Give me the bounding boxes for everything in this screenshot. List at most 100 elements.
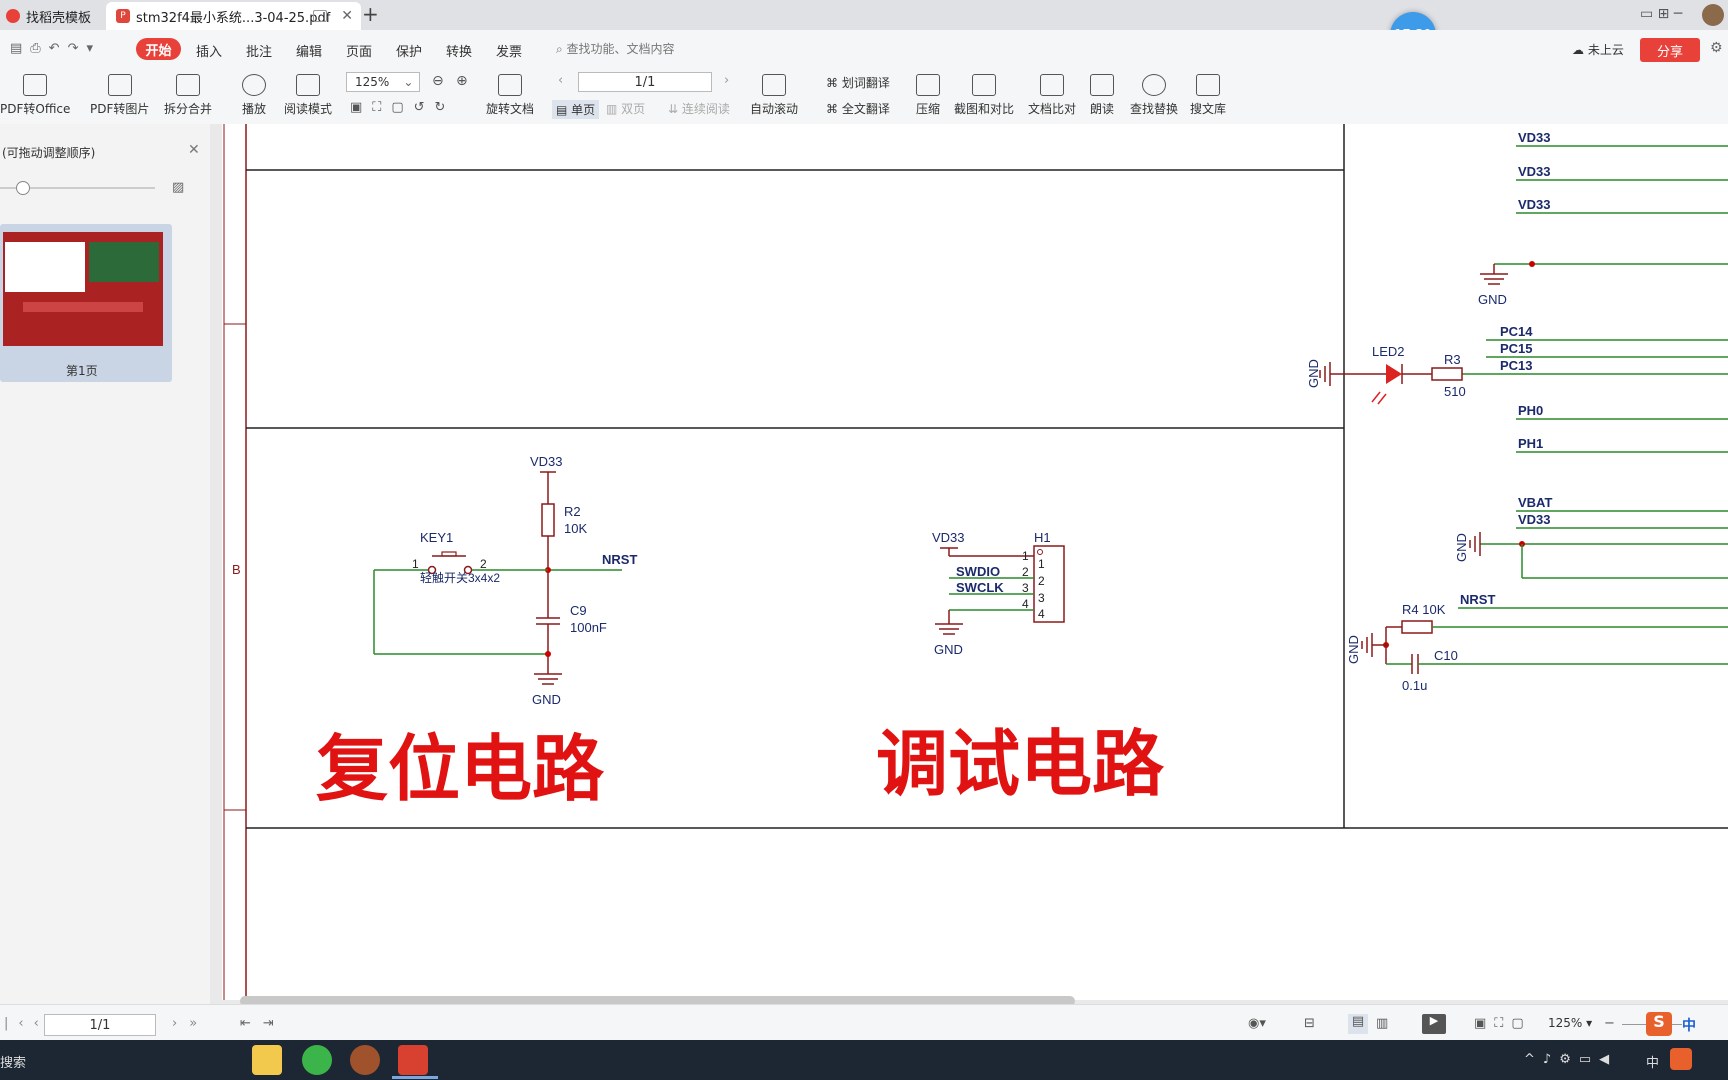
r4-label: R4 10K	[1402, 602, 1446, 617]
play-slideshow-icon[interactable]: ▶	[1422, 1014, 1446, 1034]
avatar[interactable]	[1702, 4, 1724, 26]
status-page-input[interactable]: 1/1	[44, 1014, 156, 1036]
full-translate-button[interactable]: ⌘ 全文翻译	[826, 100, 890, 117]
vcc-label: VD33	[530, 454, 563, 469]
single-page-view-icon[interactable]: ▤	[1348, 1014, 1368, 1034]
slider-handle[interactable]	[16, 181, 30, 195]
pdf-to-office-button[interactable]: PDF转Office	[0, 74, 70, 117]
app-bear-icon[interactable]	[350, 1045, 380, 1075]
r3-name: R3	[1444, 352, 1461, 367]
vd33-label: VD33	[1518, 512, 1551, 527]
ph1-label: PH1	[1518, 436, 1543, 451]
pin-tab-icon[interactable]	[313, 10, 327, 22]
screenshot-compare-button[interactable]: 截图和对比	[954, 74, 1014, 117]
page-thumbnail-image[interactable]	[3, 232, 163, 346]
gnd-label: GND	[1478, 292, 1507, 307]
double-page-icon: ▥	[606, 102, 622, 116]
border-marker: B	[232, 562, 241, 577]
settings-icon[interactable]: ⚙	[1710, 40, 1723, 56]
vbat-label: VBAT	[1518, 495, 1552, 510]
first-prev-page-icons[interactable]: |‹‹	[4, 1016, 49, 1031]
header-pin-num: 4	[1022, 597, 1029, 611]
swdio-label: SWDIO	[956, 564, 1000, 579]
view-mode-icons[interactable]: ▣⛶▢	[1474, 1016, 1532, 1031]
taskbar-search[interactable]: 搜索	[0, 1052, 26, 1071]
find-replace-button[interactable]: 查找替换	[1130, 74, 1178, 117]
page-number-input[interactable]: 1/1	[578, 72, 712, 92]
full-translate-icon: ⌘	[826, 102, 842, 116]
function-search-input[interactable]: ⌕ 查找功能、文档内容	[556, 40, 675, 57]
close-tab-icon[interactable]: ✕	[341, 8, 353, 24]
zoom-out-icon[interactable]: −	[1604, 1016, 1615, 1031]
library-search-button[interactable]: 搜文库	[1190, 74, 1226, 117]
rotate-doc-button[interactable]: 旋转文档	[486, 74, 534, 117]
translate-icon: ⌘	[826, 76, 842, 90]
book-icon	[296, 74, 320, 96]
junction-dot	[1529, 261, 1535, 267]
sogou-tray-icon[interactable]	[1670, 1048, 1692, 1070]
tray-ime[interactable]: 中	[1646, 1052, 1659, 1071]
double-page-button[interactable]: ▥ 双页	[606, 100, 645, 117]
magnifier-icon	[1142, 74, 1166, 96]
word-translate-button[interactable]: ⌘ 划词翻译	[826, 74, 890, 91]
search-icon: ⌕	[556, 42, 567, 56]
c9-value: 100nF	[570, 620, 607, 635]
menu-convert[interactable]: 转换	[446, 41, 472, 60]
header-pin: 1	[1038, 557, 1045, 571]
compress-button[interactable]: 压缩	[916, 74, 940, 117]
menu-edit[interactable]: 编辑	[296, 41, 322, 60]
read-mode-button[interactable]: 阅读模式	[284, 74, 332, 117]
view-tools-icons[interactable]: ▣⛶▢↺↻	[350, 100, 455, 115]
doc-compare-button[interactable]: 文档比对	[1028, 74, 1076, 117]
pdf-to-image-button[interactable]: PDF转图片	[90, 74, 149, 117]
menu-page[interactable]: 页面	[346, 41, 372, 60]
menu-annotate[interactable]: 批注	[246, 41, 272, 60]
cloud-status[interactable]: ☁ 未上云	[1572, 41, 1624, 58]
split-merge-button[interactable]: 拆分合并	[164, 74, 212, 117]
menu-insert[interactable]: 插入	[196, 41, 222, 60]
header-pin-num: 3	[1022, 581, 1029, 595]
mcu-schematic-partial: VD33 VD33 VD33 GND PC14 PC15 PC13 LED2 R…	[1306, 130, 1728, 693]
quick-access-icons[interactable]: ▤⎙↶↷▾	[10, 41, 101, 56]
ime-logo-icon[interactable]: S	[1646, 1012, 1672, 1036]
eye-icon[interactable]: ◉▾	[1248, 1016, 1266, 1031]
fit-width-icons[interactable]: ⇤⇥	[240, 1016, 286, 1031]
single-page-button[interactable]: ▤ 单页	[552, 100, 600, 119]
prev-page-icon[interactable]: ‹	[558, 73, 563, 88]
tab-active-pdf[interactable]: P stm32f4最小系统...3-04-25.pdf ✕	[106, 2, 361, 30]
zoom-out-icon[interactable]: ⊖	[432, 73, 444, 89]
ime-mode[interactable]: 中	[1682, 1015, 1696, 1035]
image-icon[interactable]: ▨	[172, 180, 184, 195]
zoom-select[interactable]: 125% ⌄	[346, 72, 420, 92]
play-icon	[242, 74, 266, 96]
key-pin1: 1	[412, 557, 419, 571]
menu-start[interactable]: 开始	[136, 38, 181, 60]
page-label: 第1页	[66, 364, 98, 378]
system-tray-icons[interactable]: ^♪⚙▭◀	[1524, 1052, 1617, 1067]
fit-page-icon[interactable]: ⊟	[1304, 1016, 1315, 1031]
window-layout-icons[interactable]: ▭ ⊞ ─	[1640, 6, 1682, 22]
double-page-view-icon[interactable]: ▥	[1376, 1016, 1388, 1031]
read-aloud-button[interactable]: 朗读	[1090, 74, 1114, 117]
next-page-icon[interactable]: ›	[724, 73, 729, 88]
file-explorer-icon[interactable]	[252, 1045, 282, 1075]
thumbnail-block	[89, 242, 159, 282]
ph0-label: PH0	[1518, 403, 1543, 418]
swclk-label: SWCLK	[956, 580, 1004, 595]
close-panel-icon[interactable]: ✕	[188, 142, 200, 158]
next-last-page-icons[interactable]: ›»	[172, 1016, 209, 1031]
menu-protect[interactable]: 保护	[396, 41, 422, 60]
continuous-read-button[interactable]: ⇊ 连续阅读	[668, 100, 730, 117]
tab-template[interactable]: 找稻壳模板	[0, 2, 110, 30]
zoom-in-icon[interactable]: ⊕	[456, 73, 468, 89]
share-button[interactable]: 分享	[1640, 38, 1700, 62]
new-tab-button[interactable]: +	[362, 2, 379, 26]
status-zoom[interactable]: 125% ▾	[1548, 1016, 1592, 1030]
pdf-icon: P	[116, 9, 130, 23]
menu-invoice[interactable]: 发票	[496, 41, 522, 60]
wps-pdf-icon[interactable]	[398, 1045, 428, 1075]
debug-circuit: VD33 H1 1 2 3 4 1 2 3 4 SWDIO SWCLK GND	[932, 530, 1065, 657]
browser-icon[interactable]	[302, 1045, 332, 1075]
play-button[interactable]: 播放	[242, 74, 266, 117]
auto-scroll-button[interactable]: 自动滚动	[750, 74, 798, 117]
